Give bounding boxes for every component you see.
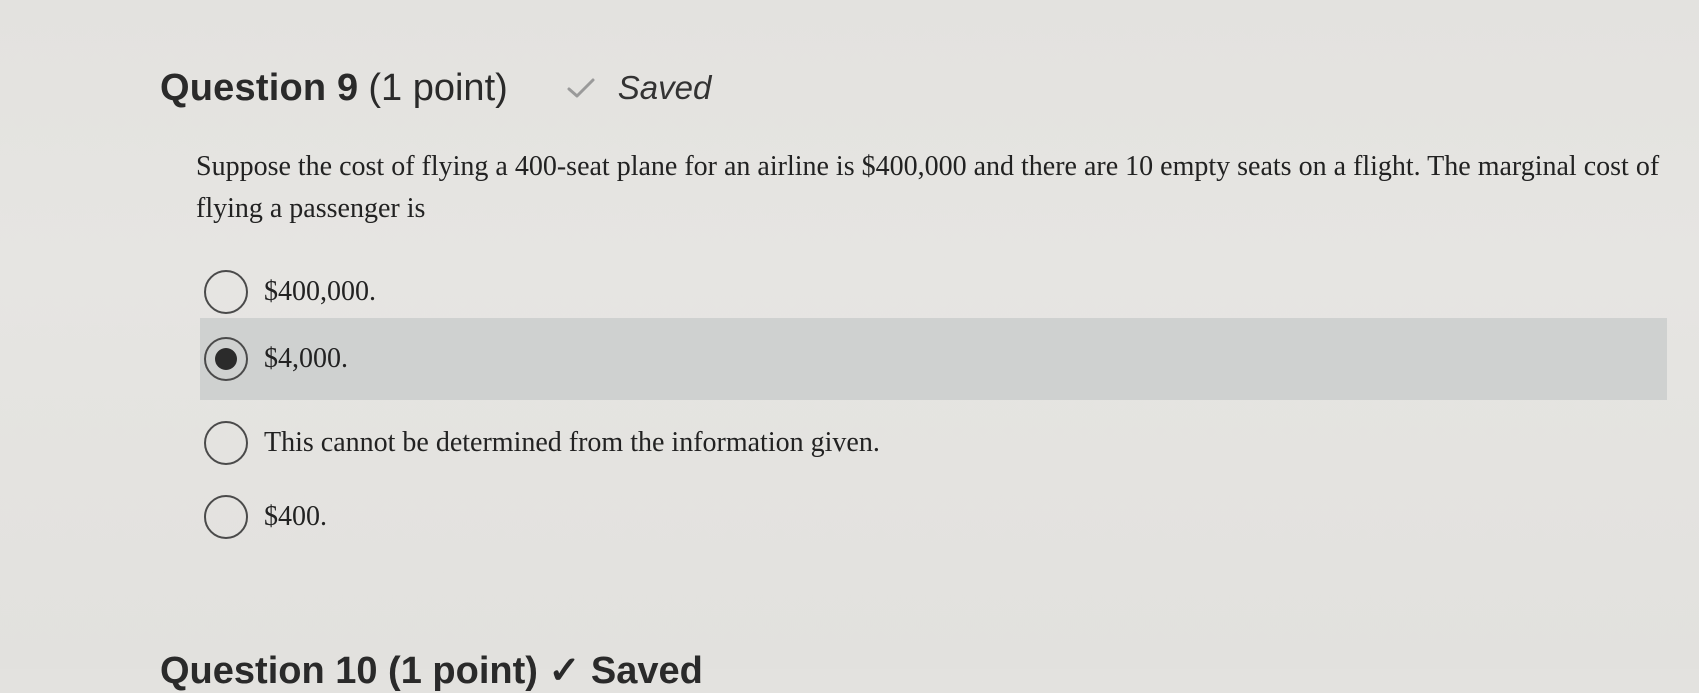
check-icon [566,76,596,100]
radio-button[interactable] [204,270,248,314]
radio-button[interactable] [204,495,248,539]
quiz-page: Question 9 (1 point) Saved Suppose the c… [0,0,1699,692]
choice-option-2[interactable]: $4,000. [200,318,1667,400]
question-header: Question 9 (1 point) Saved [160,60,711,116]
choice-label: $400,000. [264,276,376,307]
saved-label: Saved [617,69,712,106]
choice-label: $400. [264,501,327,532]
saved-status: Saved [566,69,712,107]
choice-option-3[interactable]: This cannot be determined from the infor… [200,413,880,473]
question-title: Question 9 [160,66,359,109]
radio-selected-dot [215,348,237,370]
choice-option-1[interactable]: $400,000. [200,262,376,322]
radio-button-selected[interactable] [204,337,248,381]
choice-label: This cannot be determined from the infor… [264,427,880,458]
question-text: Suppose the cost of flying a 400-seat pl… [196,151,1660,224]
question-points: (1 point) [368,66,508,109]
radio-button[interactable] [204,421,248,465]
choice-label: $4,000. [264,343,348,374]
next-question-title: Question 10 (1 point) ✓ Saved [160,650,703,692]
choice-option-4[interactable]: $400. [200,487,327,547]
